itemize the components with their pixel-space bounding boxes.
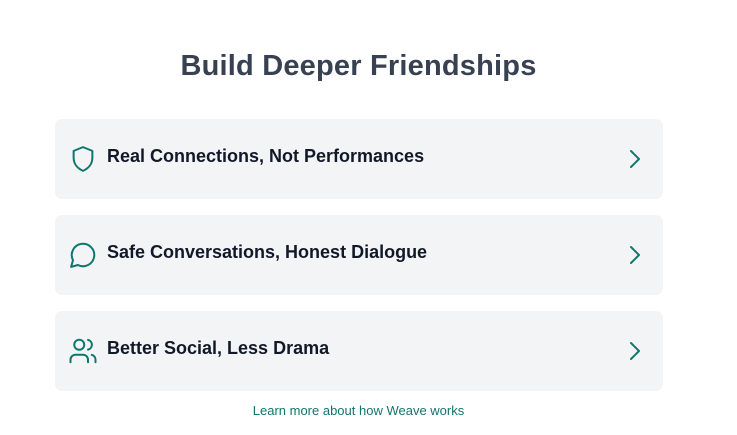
users-icon <box>68 336 98 366</box>
feature-card-label: Better Social, Less Drama <box>107 338 330 358</box>
message-circle-icon <box>68 240 98 270</box>
feature-card-real-connections[interactable]: Real Connections, Not Performances <box>55 119 663 199</box>
chevron-right-icon <box>627 147 643 171</box>
shield-icon <box>68 144 98 174</box>
chevron-right-icon <box>627 243 643 267</box>
learn-more-link[interactable]: Learn more about how Weave works <box>0 403 717 418</box>
feature-card-safe-conversations[interactable]: Safe Conversations, Honest Dialogue <box>55 215 663 295</box>
feature-card-better-social[interactable]: Better Social, Less Drama <box>55 311 663 391</box>
page-title: Build Deeper Friendships <box>180 50 537 82</box>
feature-card-label: Real Connections, Not Performances <box>107 146 425 166</box>
chevron-right-icon <box>627 339 643 363</box>
feature-card-label: Safe Conversations, Honest Dialogue <box>107 242 428 262</box>
